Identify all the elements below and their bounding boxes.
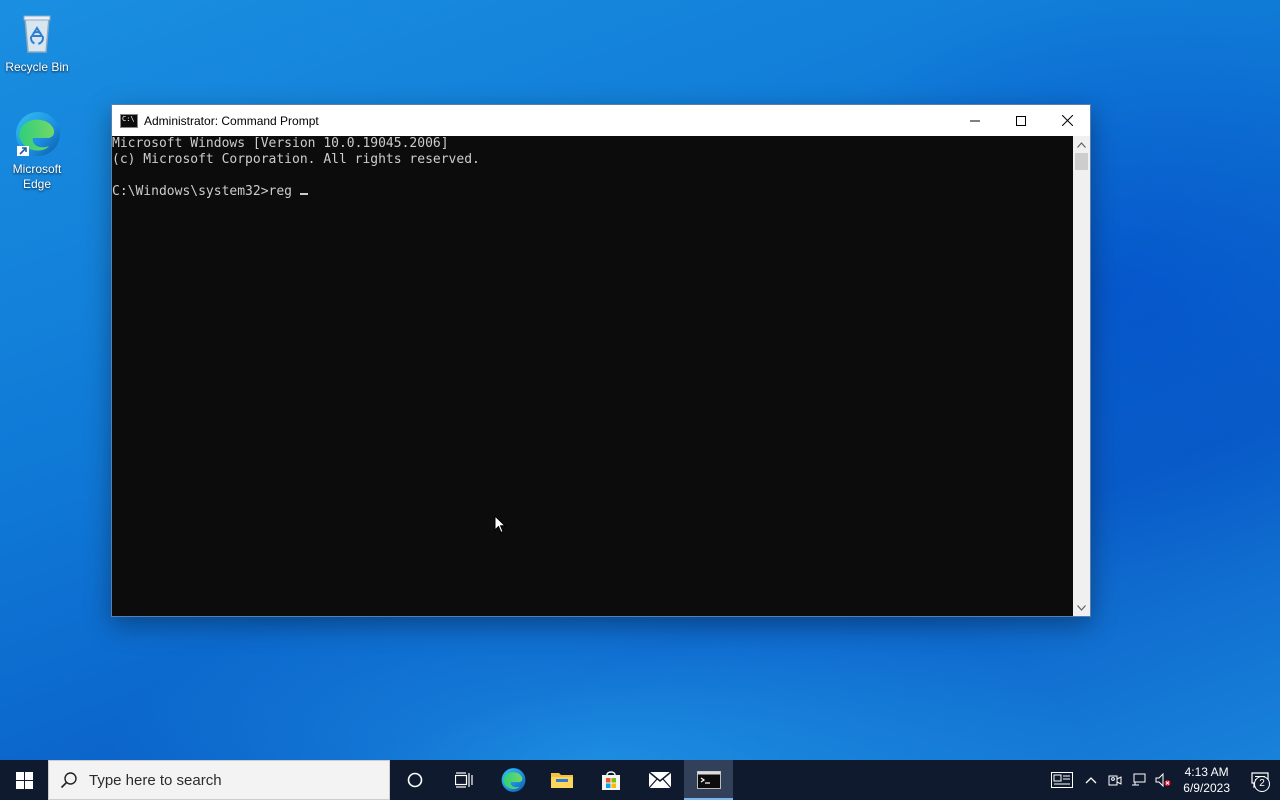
- title-bar[interactable]: C:\ Administrator: Command Prompt: [112, 105, 1090, 136]
- clock-date: 6/9/2023: [1183, 781, 1230, 795]
- console-command: C:\Windows\system32>reg: [112, 184, 293, 199]
- taskbar-clock[interactable]: 4:13 AM 6/9/2023: [1175, 764, 1240, 796]
- taskbar-cortana-button[interactable]: [390, 760, 439, 800]
- close-icon: [1061, 115, 1073, 126]
- windows-logo-icon: [15, 771, 33, 789]
- text-cursor: [300, 193, 309, 195]
- console-prompt-line[interactable]: C:\Windows\system32>reg: [112, 184, 1073, 200]
- console-output[interactable]: Microsoft Windows [Version 10.0.19045.20…: [112, 136, 1073, 616]
- folder-icon: [550, 773, 573, 788]
- mouse-pointer-icon: [494, 514, 507, 539]
- start-button[interactable]: [0, 760, 48, 800]
- maximize-button[interactable]: [998, 105, 1044, 136]
- taskbar: Type here to search 4:13 AM 6/9/2023 2: [0, 760, 1280, 800]
- scroll-down-button[interactable]: [1073, 599, 1090, 616]
- volume-muted-icon[interactable]: [1151, 760, 1175, 800]
- close-button[interactable]: [1044, 105, 1090, 136]
- window-title: Administrator: Command Prompt: [144, 113, 319, 128]
- console-line: Microsoft Windows [Version 10.0.19045.20…: [112, 136, 449, 151]
- taskbar-search-box[interactable]: Type here to search: [48, 760, 390, 800]
- cmd-app-icon[interactable]: C:\: [120, 113, 138, 128]
- show-hidden-icons-chevron-up-icon[interactable]: [1079, 760, 1103, 800]
- console-line: (c) Microsoft Corporation. All rights re…: [112, 152, 480, 167]
- scrollbar-thumb[interactable]: [1075, 153, 1088, 170]
- command-prompt-icon: [696, 771, 721, 789]
- cortana-circle-icon: [407, 772, 422, 788]
- chevron-down-icon: [1077, 604, 1086, 611]
- desktop-icon-label: Recycle Bin: [5, 60, 69, 74]
- taskbar-file-explorer-button[interactable]: [537, 760, 586, 800]
- command-prompt-window[interactable]: C:\ Administrator: Command Prompt Micros…: [111, 104, 1091, 617]
- taskbar-mail-button[interactable]: [635, 760, 684, 800]
- scroll-up-button[interactable]: [1073, 136, 1090, 153]
- network-icon[interactable]: [1127, 760, 1151, 800]
- chevron-up-icon: [1077, 141, 1086, 148]
- desktop-icon-label: Microsoft Edge: [12, 162, 62, 191]
- recycle-bin-icon: [13, 8, 61, 56]
- search-placeholder: Type here to search: [89, 771, 222, 789]
- store-bag-icon: [601, 771, 620, 790]
- search-icon: [49, 771, 89, 789]
- desktop-icon-microsoft-edge[interactable]: Microsoft Edge: [0, 110, 74, 192]
- edge-icon: [13, 110, 61, 158]
- taskbar-command-prompt-button[interactable]: [684, 760, 733, 800]
- minimize-icon: [970, 120, 980, 121]
- system-tray: 4:13 AM 6/9/2023 2: [1045, 760, 1280, 800]
- news-widget-icon[interactable]: [1045, 760, 1079, 800]
- taskbar-store-button[interactable]: [586, 760, 635, 800]
- taskbar-task-view-button[interactable]: [439, 760, 488, 800]
- notification-count-badge: 2: [1254, 776, 1270, 792]
- taskbar-edge-button[interactable]: [488, 760, 537, 800]
- task-view-icon: [454, 772, 473, 788]
- maximize-icon: [1016, 115, 1026, 126]
- meet-now-icon[interactable]: [1103, 760, 1127, 800]
- clock-time: 4:13 AM: [1184, 765, 1229, 779]
- desktop-icon-recycle-bin[interactable]: Recycle Bin: [0, 8, 74, 75]
- vertical-scrollbar[interactable]: [1073, 136, 1090, 616]
- mail-icon: [648, 771, 671, 789]
- minimize-button[interactable]: [952, 105, 998, 136]
- action-center-button[interactable]: 2: [1240, 760, 1280, 800]
- edge-icon: [501, 768, 525, 792]
